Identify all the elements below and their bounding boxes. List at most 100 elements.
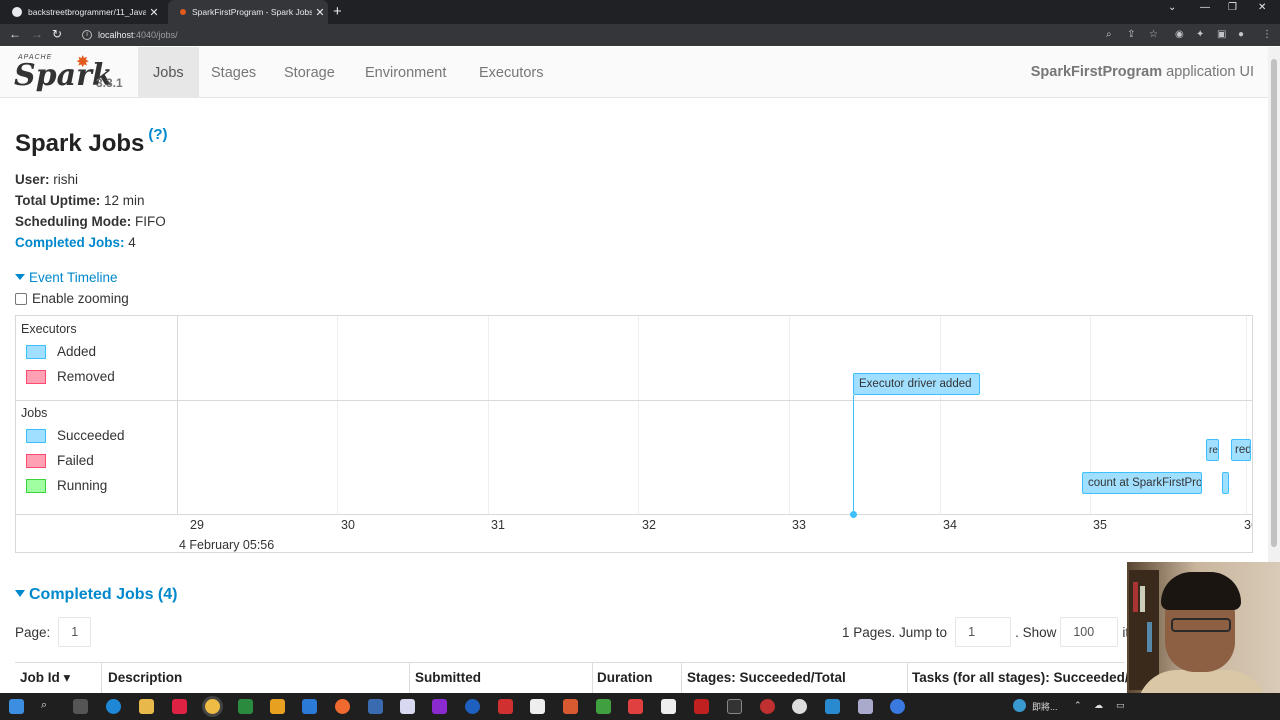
forward-icon[interactable]: →: [31, 27, 43, 41]
reload-icon[interactable]: ↻: [52, 27, 62, 41]
scheduling-value: FIFO: [135, 214, 166, 229]
onedrive-icon[interactable]: ☁: [1094, 700, 1103, 711]
weather-icon[interactable]: [1013, 699, 1026, 712]
share-icon[interactable]: ⇪: [1127, 29, 1135, 40]
app-icon[interactable]: [858, 699, 873, 714]
app-icon[interactable]: [400, 699, 415, 714]
column-header-description[interactable]: Description: [108, 670, 182, 685]
column-divider: [409, 662, 410, 693]
axis-tick: 30: [341, 518, 355, 532]
webcam-person-hair: [1161, 572, 1241, 610]
completed-jobs-link[interactable]: Completed Jobs: 4: [15, 235, 136, 250]
executor-event-dot[interactable]: [850, 511, 857, 518]
app-icon[interactable]: [368, 699, 383, 714]
chevron-down-icon[interactable]: ⌄: [1168, 2, 1176, 13]
app-icon[interactable]: [465, 699, 480, 714]
spark-favicon-icon: [180, 9, 186, 15]
scrollbar-thumb[interactable]: [1271, 59, 1277, 547]
git-icon[interactable]: [563, 699, 578, 714]
bookmark-star-icon[interactable]: ☆: [1149, 29, 1158, 40]
page-number-button[interactable]: 1: [58, 617, 92, 647]
job-event[interactable]: count at SparkFirstPro: [1082, 472, 1202, 494]
window-close-icon[interactable]: ✕: [1258, 2, 1266, 13]
task-view-icon[interactable]: [73, 699, 88, 714]
intellij-icon[interactable]: [432, 699, 447, 714]
sidepanel-icon[interactable]: ▣: [1217, 29, 1226, 40]
restore-icon[interactable]: ❐: [1228, 2, 1237, 13]
search-icon[interactable]: ⌕: [41, 699, 56, 714]
app-icon[interactable]: [530, 699, 545, 714]
puzzle-icon[interactable]: ✦: [1196, 29, 1204, 40]
column-header-tasks[interactable]: Tasks (for all stages): Succeeded/: [912, 670, 1129, 685]
app-icon[interactable]: [498, 699, 513, 714]
close-icon[interactable]: ✕: [146, 6, 162, 19]
nav-tab-environment[interactable]: Environment: [350, 47, 461, 98]
notepad-icon[interactable]: [238, 699, 253, 714]
app-icon[interactable]: [661, 699, 676, 714]
app-icon[interactable]: [628, 699, 643, 714]
edge-icon[interactable]: [106, 699, 121, 714]
column-header-submitted[interactable]: Submitted: [415, 670, 481, 685]
app-icon[interactable]: [792, 699, 807, 714]
column-header-job-id[interactable]: Job Id ▾: [20, 670, 70, 686]
app-icon[interactable]: [172, 699, 187, 714]
spark-logo[interactable]: APACHE Spark ✸: [14, 52, 113, 93]
help-link[interactable]: (?): [148, 126, 167, 143]
column-header-stages[interactable]: Stages: Succeeded/Total: [687, 670, 846, 685]
zoom-checkbox[interactable]: [15, 292, 27, 305]
browser-tab-github[interactable]: backstreetbrogrammer/11_JavaS ✕: [2, 0, 162, 24]
vscode-icon[interactable]: [302, 699, 317, 714]
browser-tab-spark[interactable]: SparkFirstProgram - Spark Jobs ✕: [168, 0, 328, 24]
webcam-book: [1133, 582, 1138, 612]
legend-swatch: [26, 428, 46, 443]
axis-date-label: 4 February 05:56: [179, 538, 275, 552]
chrome-icon[interactable]: [205, 699, 220, 714]
app-icon[interactable]: [760, 699, 775, 714]
sublime-icon[interactable]: [270, 699, 285, 714]
executor-added-event[interactable]: Executor driver added: [853, 373, 980, 395]
spark-star-icon: ✸: [76, 54, 90, 71]
app-icon[interactable]: [890, 699, 905, 714]
page-size-input[interactable]: 100: [1060, 617, 1119, 647]
job-event[interactable]: red: [1231, 439, 1251, 461]
column-header-duration[interactable]: Duration: [597, 670, 653, 685]
jump-to-input[interactable]: 1: [955, 617, 1012, 647]
app-icon[interactable]: [335, 699, 350, 714]
file-explorer-icon[interactable]: [139, 699, 154, 714]
url-field[interactable]: i localhost:4040/jobs/: [78, 26, 1128, 44]
network-icon[interactable]: ▭: [1116, 700, 1125, 711]
nav-tab-stages[interactable]: Stages: [196, 47, 271, 98]
job-event[interactable]: re: [1206, 439, 1219, 461]
profile-avatar-icon[interactable]: ●: [1238, 29, 1244, 40]
close-icon[interactable]: ✕: [312, 6, 328, 19]
completed-jobs-toggle[interactable]: Completed Jobs (4): [15, 586, 177, 604]
extension-icon[interactable]: ◉: [1175, 29, 1184, 40]
app-icon[interactable]: [727, 699, 742, 714]
windows-start-icon[interactable]: [9, 699, 24, 714]
nav-tab-executors[interactable]: Executors: [464, 47, 558, 98]
event-timeline[interactable]: Executors Added Removed Jobs Succeeded F…: [15, 315, 1253, 553]
info-icon[interactable]: i: [82, 30, 92, 40]
new-tab-button[interactable]: +: [333, 3, 342, 20]
minimize-icon[interactable]: —: [1200, 2, 1210, 13]
job-event[interactable]: [1222, 472, 1229, 494]
app-icon[interactable]: [825, 699, 840, 714]
app-icon[interactable]: [694, 699, 709, 714]
enable-zooming[interactable]: Enable zooming: [15, 291, 129, 306]
tray-text: 即將...: [1032, 702, 1058, 712]
axis-tick: 29: [190, 518, 204, 532]
windows-taskbar: ⌕ 即將... ⌃ ☁ ▭: [0, 693, 1280, 720]
user-label: User:: [15, 172, 50, 187]
event-timeline-toggle[interactable]: Event Timeline: [15, 270, 118, 285]
timeline-label-divider: [177, 316, 178, 514]
nav-tab-jobs[interactable]: Jobs: [138, 47, 199, 98]
nav-tab-storage[interactable]: Storage: [269, 47, 350, 98]
tab-title: backstreetbrogrammer/11_JavaS: [28, 7, 146, 17]
tray-chevron-icon[interactable]: ⌃: [1074, 700, 1082, 711]
zoom-icon[interactable]: ⌕: [1106, 29, 1112, 40]
back-icon[interactable]: ←: [9, 27, 21, 41]
axis-tick: 33: [792, 518, 806, 532]
app-icon[interactable]: [596, 699, 611, 714]
caret-down-icon: [15, 274, 25, 281]
menu-icon[interactable]: ⋮: [1262, 29, 1272, 40]
